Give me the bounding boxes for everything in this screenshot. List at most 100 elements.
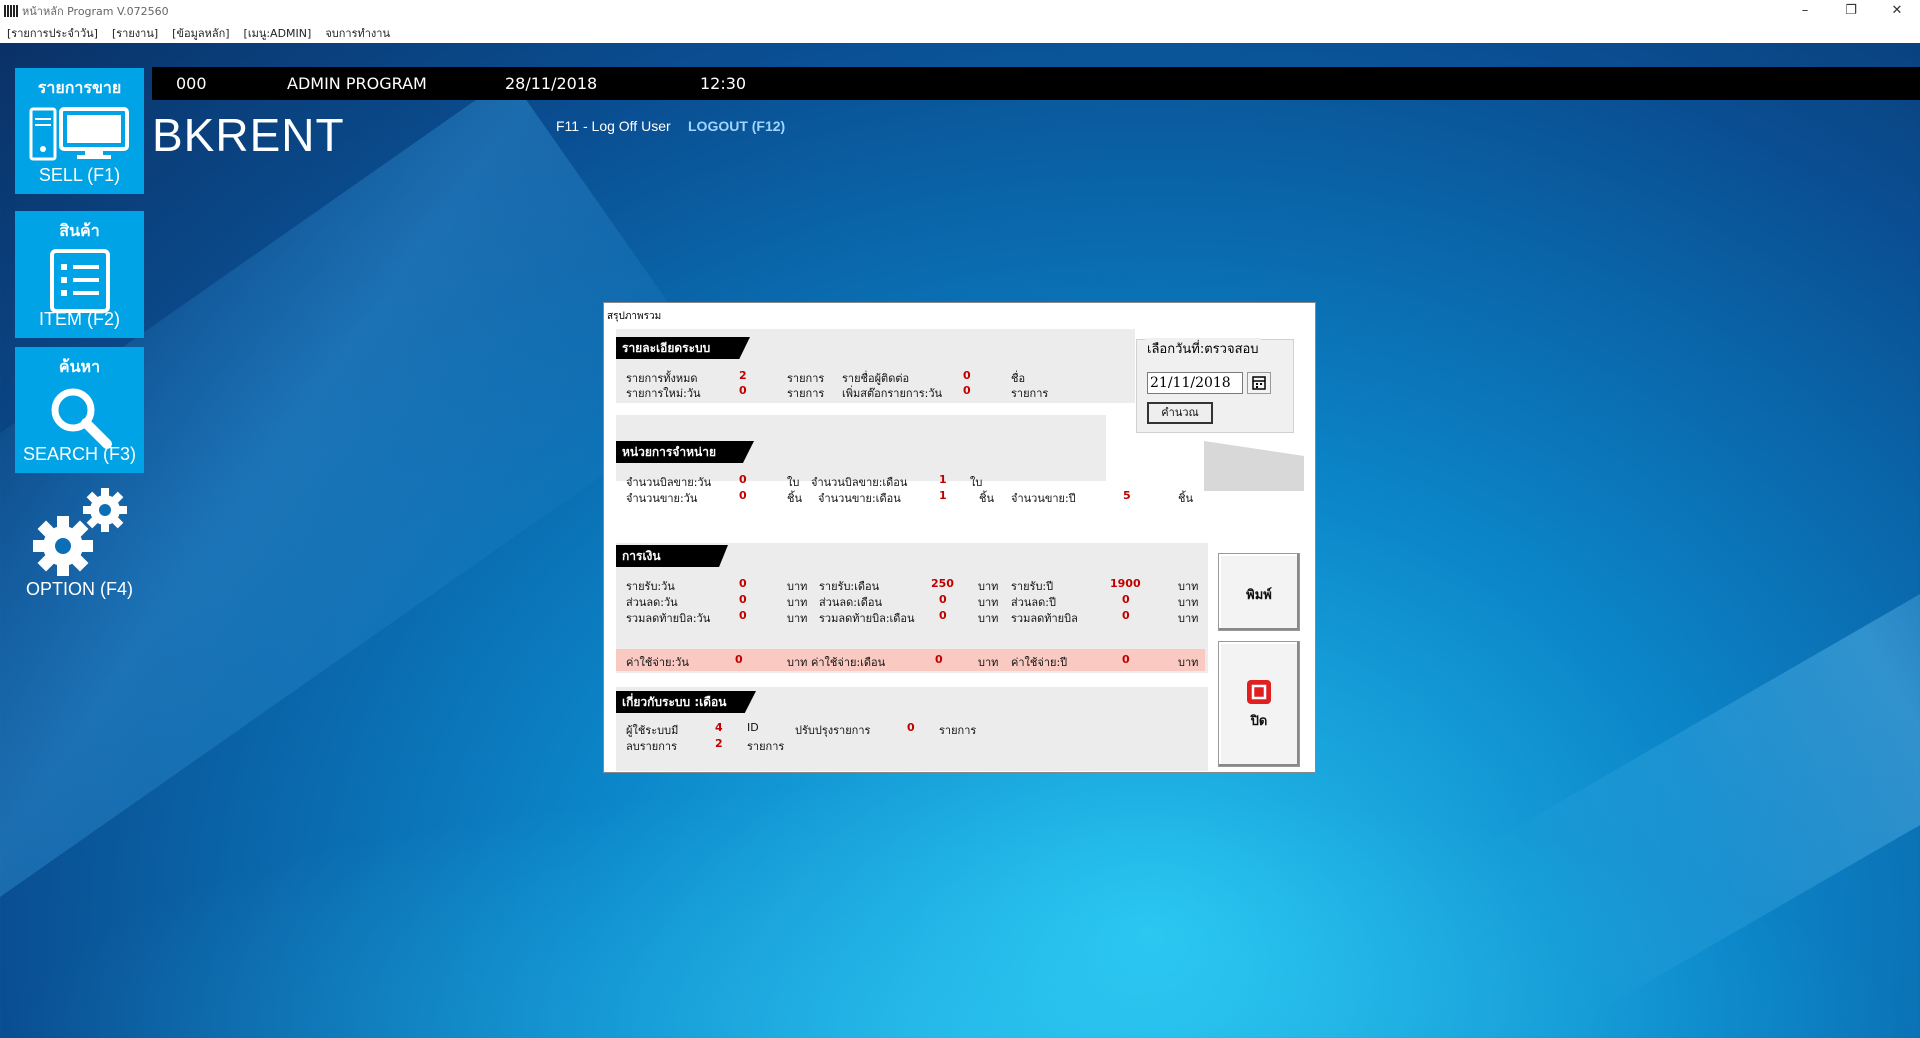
summary-dialog: สรุปภาพรวม รายละเอียดระบบ รายการทั้งหมด … bbox=[603, 302, 1316, 773]
deleted-unit: รายการ bbox=[747, 740, 785, 753]
status-strip: 000 ADMIN PROGRAM 28/11/2018 12:30 bbox=[152, 67, 1920, 100]
title-bar: หน้าหลัก Program V.072560 – ❐ ✕ bbox=[0, 0, 1920, 22]
search-tile-label: SEARCH (F3) bbox=[22, 444, 136, 464]
calculate-button[interactable]: คำนวณ bbox=[1147, 402, 1213, 424]
qty-day-value: 0 bbox=[739, 489, 747, 502]
about-section-tab: เกี่ยวกับระบบ :เดือน bbox=[616, 691, 756, 713]
qty-day-label: จำนวนขาย:วัน bbox=[626, 492, 698, 505]
window-controls: – ❐ ✕ bbox=[1782, 0, 1920, 22]
search-tile[interactable]: ค้นหา SEARCH (F3) bbox=[15, 347, 144, 473]
user-code: 000 bbox=[176, 74, 207, 93]
item-tile-label: ITEM (F2) bbox=[39, 309, 120, 329]
expense-day-unit: บาท bbox=[787, 656, 808, 669]
background-beam bbox=[1496, 488, 1920, 1012]
menu-report[interactable]: [รายงาน] bbox=[112, 24, 158, 42]
new-items-unit: รายการ bbox=[787, 387, 825, 400]
updated-label: ปรับปรุงรายการ bbox=[795, 724, 871, 737]
qty-year-value: 5 bbox=[1123, 489, 1131, 502]
sell-tile-title: รายการขาย bbox=[37, 78, 122, 97]
billdisc-month-unit: บาท bbox=[978, 612, 999, 625]
calendar-button[interactable] bbox=[1247, 372, 1271, 394]
billdisc-year-unit: บาท bbox=[1178, 612, 1199, 625]
close-button[interactable]: ปิด bbox=[1218, 641, 1300, 767]
bills-day-value: 0 bbox=[739, 473, 747, 486]
search-tile-title: ค้นหา bbox=[58, 357, 101, 376]
expense-year-label: ค่าใช้จ่าย:ปี bbox=[1011, 656, 1068, 669]
expense-row bbox=[616, 649, 1205, 671]
contacts-value: 0 bbox=[963, 369, 971, 382]
list-icon bbox=[49, 249, 110, 313]
qty-day-unit: ชิ้น bbox=[787, 492, 802, 505]
date-input[interactable]: 21/11/2018 bbox=[1147, 372, 1243, 394]
expense-month-unit: บาท bbox=[978, 656, 999, 669]
menu-daily[interactable]: [รายการประจำวัน] bbox=[7, 24, 98, 42]
expense-year-value: 0 bbox=[1122, 653, 1130, 666]
sell-tile[interactable]: รายการขาย SELL (F1) bbox=[15, 68, 144, 194]
item-tile-title: สินค้า bbox=[59, 221, 100, 240]
computer-icon bbox=[29, 107, 129, 161]
billdisc-year-label: รวมลดท้ายบิล bbox=[1011, 612, 1078, 625]
expense-day-value: 0 bbox=[735, 653, 743, 666]
close-button-label: ปิด bbox=[1250, 714, 1268, 729]
search-icon bbox=[51, 388, 112, 449]
gears-icon bbox=[32, 488, 127, 576]
current-date: 28/11/2018 bbox=[505, 74, 598, 93]
sales-section-tab: หน่วยการจำหน่าย bbox=[616, 441, 754, 463]
users-unit: ID bbox=[747, 721, 759, 734]
expense-day-label: ค่าใช้จ่าย:วัน bbox=[626, 656, 689, 669]
new-items-value: 0 bbox=[739, 384, 747, 397]
billdisc-year-value: 0 bbox=[1122, 609, 1130, 622]
deleted-value: 2 bbox=[715, 737, 723, 750]
system-section-tab: รายละเอียดระบบ bbox=[616, 337, 750, 359]
qty-year-unit: ชิ้น bbox=[1178, 492, 1193, 505]
menu-master-data[interactable]: [ข้อมูลหลัก] bbox=[172, 24, 229, 42]
expense-month-value: 0 bbox=[935, 653, 943, 666]
option-tile[interactable]: OPTION (F4) bbox=[15, 478, 144, 608]
minimize-button[interactable]: – bbox=[1782, 0, 1828, 22]
user-name: ADMIN PROGRAM bbox=[287, 74, 427, 93]
menu-exit[interactable]: จบการทำงาน bbox=[325, 24, 390, 42]
billdisc-month-label: รวมลดท้ายบิล:เดือน bbox=[819, 612, 915, 625]
stop-icon bbox=[1247, 680, 1271, 704]
billdisc-day-label: รวมลดท้ายบิล:วัน bbox=[626, 612, 711, 625]
barcode-icon bbox=[4, 5, 18, 17]
date-select-group: เลือกวันที่:ตรวจสอบ 21/11/2018 คำนวณ bbox=[1136, 338, 1294, 433]
sell-tile-label: SELL (F1) bbox=[38, 165, 121, 185]
background-glow bbox=[0, 780, 1920, 1038]
window-title: หน้าหลัก Program V.072560 bbox=[22, 5, 169, 18]
added-stock-label: เพิ่มสต๊อกรายการ:วัน bbox=[842, 387, 943, 400]
added-stock-unit: รายการ bbox=[1011, 387, 1049, 400]
qty-month-unit: ชิ้น bbox=[979, 492, 994, 505]
total-items-value: 2 bbox=[739, 369, 747, 382]
current-time: 12:30 bbox=[700, 74, 747, 93]
income-year-value: 1900 bbox=[1110, 577, 1141, 590]
new-items-label: รายการใหม่:วัน bbox=[626, 387, 701, 400]
company-name: BKRENT bbox=[152, 109, 345, 161]
menu-admin[interactable]: [เมนู:ADMIN] bbox=[244, 24, 312, 42]
finance-section-tab: การเงิน bbox=[616, 545, 728, 567]
discount-year-value: 0 bbox=[1122, 593, 1130, 606]
qty-month-value: 1 bbox=[939, 489, 947, 502]
gray-decoration bbox=[1204, 441, 1304, 491]
print-button-label: พิมพ์ bbox=[1246, 588, 1272, 603]
close-window-button[interactable]: ✕ bbox=[1874, 0, 1920, 22]
billdisc-day-value: 0 bbox=[739, 609, 747, 622]
deleted-label: ลบรายการ bbox=[626, 740, 677, 753]
qty-year-label: จำนวนขาย:ปี bbox=[1011, 492, 1076, 505]
menu-bar: [รายการประจำวัน] [รายงาน] [ข้อมูลหลัก] [… bbox=[0, 22, 1920, 43]
dialog-title: สรุปภาพรวม bbox=[607, 311, 662, 322]
restore-button[interactable]: ❐ bbox=[1828, 0, 1874, 22]
income-month-value: 250 bbox=[931, 577, 954, 590]
expense-month-label: ค่าใช้จ่าย:เดือน bbox=[811, 656, 886, 669]
item-tile[interactable]: สินค้า ITEM (F2) bbox=[15, 211, 144, 338]
billdisc-day-unit: บาท bbox=[787, 612, 808, 625]
qty-month-label: จำนวนขาย:เดือน bbox=[818, 492, 901, 505]
calendar-icon bbox=[1252, 376, 1266, 390]
logout-link[interactable]: LOGOUT (F12) bbox=[688, 118, 785, 134]
expense-year-unit: บาท bbox=[1178, 656, 1199, 669]
logoff-link[interactable]: F11 - Log Off User bbox=[556, 118, 671, 134]
users-value: 4 bbox=[715, 721, 723, 734]
updated-value: 0 bbox=[907, 721, 915, 734]
print-button[interactable]: พิมพ์ bbox=[1218, 553, 1300, 631]
income-day-value: 0 bbox=[739, 577, 747, 590]
